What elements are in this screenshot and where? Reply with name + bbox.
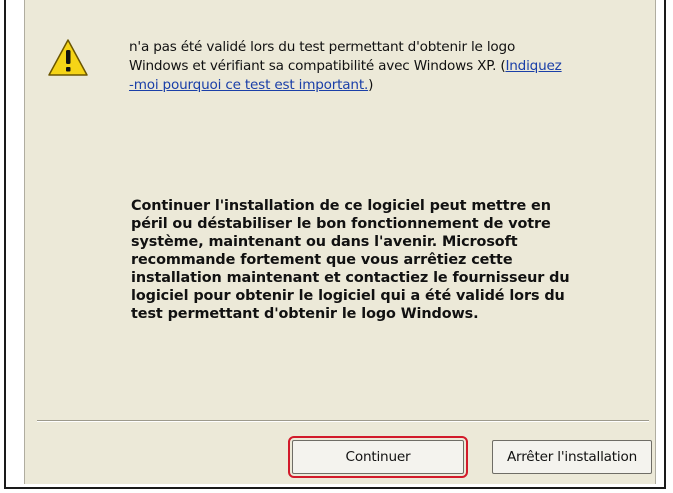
intro-line-text: Windows et vérifiant sa compatibilité av… (129, 58, 506, 74)
why-important-link[interactable]: Indiquez (505, 58, 561, 74)
stop-installation-button[interactable]: Arrêter l'installation (492, 440, 652, 474)
warning-line: test permettant d'obtenir le logo Window… (131, 306, 479, 322)
warning-line: péril ou déstabiliser le bon fonctionnem… (131, 216, 551, 232)
continue-button[interactable]: Continuer (288, 436, 468, 478)
screenshot-frame: n'a pas été validé lors du test permetta… (4, 0, 666, 489)
intro-line: n'a pas été validé lors du test permetta… (129, 39, 516, 55)
intro-line: -moi pourquoi ce test est important.) (129, 76, 659, 95)
warning-line: logiciel pour obtenir le logiciel qui a … (131, 288, 565, 304)
warning-line: installation maintenant et contactiez le… (131, 270, 570, 286)
link-close-paren: ) (368, 77, 374, 93)
intro-text: n'a pas été validé lors du test permetta… (129, 38, 659, 95)
separator-line (37, 420, 649, 422)
warning-icon (48, 39, 88, 76)
warning-line: recommande fortement que vous arrêtiez c… (131, 252, 513, 268)
intro-line: Windows et vérifiant sa compatibilité av… (129, 57, 659, 76)
warning-line: système, maintenant ou dans l'avenir. Mi… (131, 234, 518, 250)
warning-message: Continuer l'installation de ce logiciel … (131, 197, 651, 323)
why-important-link-continued[interactable]: -moi pourquoi ce test est important. (129, 77, 368, 93)
warning-line: Continuer l'installation de ce logiciel … (131, 198, 551, 214)
installation-warning-dialog: n'a pas été validé lors du test permetta… (24, 0, 656, 484)
